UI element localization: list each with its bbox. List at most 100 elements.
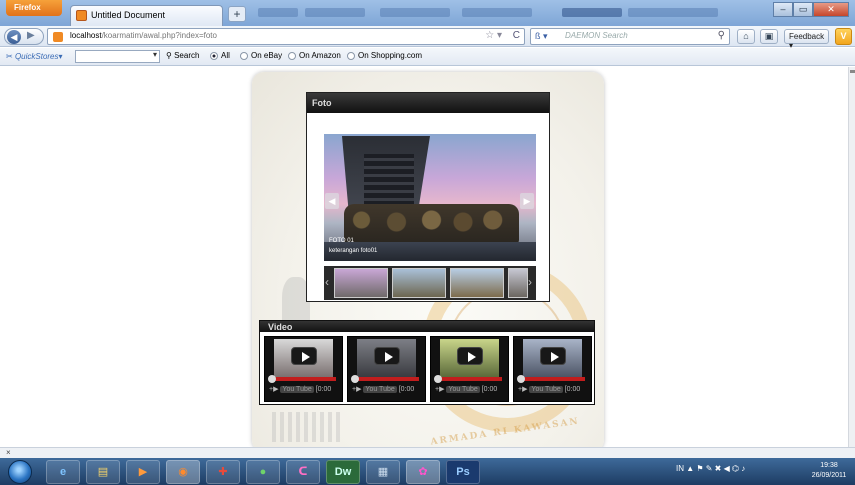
notepad-icon[interactable]: ▦ (366, 460, 400, 484)
firefox-icon[interactable]: ◉ (166, 460, 200, 484)
firefox-menu-button[interactable]: Firefox (6, 0, 62, 16)
content-panel: Foto FOTO 01 keterangan foto01 ◀ ▶ ‹ › V… (252, 72, 604, 447)
pink-app-icon[interactable]: ᑕ (286, 460, 320, 484)
slide-caption-desc: keterangan foto01 (329, 248, 378, 254)
video-player[interactable]: +▶ You Tube [0:00 (347, 336, 426, 402)
thumb-prev-icon[interactable]: ‹ (325, 275, 329, 289)
quickstores-input[interactable]: ▾ (75, 50, 160, 63)
video-player[interactable]: +▶ You Tube [0:00 (430, 336, 509, 402)
search-engine-icon[interactable]: ß ▾ (535, 31, 559, 42)
radio-all[interactable]: All (210, 51, 230, 60)
blurred-taskbar-item (305, 8, 365, 17)
video-progress-knob[interactable] (517, 375, 525, 383)
search-icon[interactable]: ⚲ (718, 30, 725, 41)
foto-heading: Foto (307, 93, 549, 113)
video-controls: +▶ You Tube [0:00 (518, 386, 581, 393)
explorer-icon[interactable]: ▤ (86, 460, 120, 484)
blurred-taskbar-item (628, 8, 718, 17)
quickstores-search-button[interactable]: ⚲ Search (166, 51, 199, 60)
window-controls: – ▭ ✕ (773, 2, 849, 18)
url-path: /koarmatim/awal.php?index=foto (101, 31, 217, 40)
thumb-next-icon[interactable]: › (528, 275, 532, 289)
slide-caption-title: FOTO 01 (329, 238, 354, 244)
radio-ebay[interactable]: On eBay (240, 51, 282, 60)
video-progress-knob[interactable] (351, 375, 359, 383)
language-indicator[interactable]: IN (676, 464, 684, 473)
thumbnail[interactable] (392, 268, 446, 298)
clock-time: 19:38 (820, 462, 838, 469)
play-icon[interactable] (456, 347, 483, 365)
clock-date: 26/09/2011 (811, 472, 847, 479)
addon-icon[interactable]: ▣ (760, 29, 778, 44)
close-icon[interactable]: ✕ (813, 2, 849, 17)
blurred-taskbar-item (462, 8, 532, 17)
dreamweaver-icon[interactable]: Dw (326, 460, 360, 484)
video-progress[interactable] (271, 377, 336, 381)
troops-photo (344, 204, 519, 244)
minimize-icon[interactable]: – (773, 2, 793, 17)
find-bar: × (0, 447, 855, 458)
ie-icon[interactable]: e (46, 460, 80, 484)
back-arrow-icon[interactable]: ◀ (7, 30, 21, 44)
video-player[interactable]: +▶ You Tube [0:00 (513, 336, 592, 402)
scroll-thumb[interactable] (850, 70, 855, 73)
play-icon[interactable] (373, 347, 400, 365)
video-progress[interactable] (520, 377, 585, 381)
play-icon[interactable] (290, 347, 317, 365)
video-progress[interactable] (354, 377, 419, 381)
url-bar[interactable]: localhost/koarmatim/awal.php?index=foto … (47, 28, 525, 45)
back-forward-buttons: ◀ ▶ (4, 28, 44, 45)
paint-icon[interactable]: ✿ (406, 460, 440, 484)
start-button-icon[interactable] (8, 460, 32, 484)
app-icon[interactable]: ✚ (206, 460, 240, 484)
new-tab-button[interactable]: + (228, 6, 246, 22)
quickstores-label[interactable]: ✂ QuickStores▾ (6, 52, 63, 61)
foto-gallery: Foto FOTO 01 keterangan foto01 ◀ ▶ ‹ › (306, 92, 550, 302)
video-list: +▶ You Tube [0:00 +▶ You Tube [0:00 +▶ Y… (264, 336, 592, 402)
video-controls: +▶ You Tube [0:00 (269, 386, 332, 393)
video-progress[interactable] (437, 377, 502, 381)
close-findbar-icon[interactable]: × (6, 448, 11, 457)
tab-untitled-document[interactable]: Untitled Document (70, 5, 223, 26)
navigation-bar: ◀ ▶ localhost/koarmatim/awal.php?index=f… (0, 26, 855, 50)
blurred-taskbar-item (380, 8, 450, 17)
video-progress-knob[interactable] (268, 375, 276, 383)
video-controls: +▶ You Tube [0:00 (352, 386, 415, 393)
video-progress-knob[interactable] (434, 375, 442, 383)
home-icon[interactable]: ⌂ (737, 29, 755, 44)
title-bar: Firefox Untitled Document + – ▭ ✕ (0, 0, 855, 26)
media-player-icon[interactable]: ▶ (126, 460, 160, 484)
reload-icon[interactable]: C (513, 30, 520, 41)
tab-favicon-icon (76, 10, 87, 21)
video-gallery: Video +▶ You Tube [0:00 +▶ You Tube [0:0… (259, 320, 595, 405)
radio-shopping[interactable]: On Shopping.com (347, 51, 422, 60)
vertical-scrollbar[interactable] (848, 67, 855, 447)
video-controls: +▶ You Tube [0:00 (435, 386, 498, 393)
feedback-button[interactable]: Feedback ▾ (784, 29, 829, 50)
thumbnail[interactable] (450, 268, 504, 298)
vpn-icon[interactable]: V (835, 28, 852, 45)
prev-slide-icon[interactable]: ◀ (325, 193, 339, 209)
quickstores-toolbar: ✂ QuickStores▾ ▾ ⚲ Search All On eBay On… (0, 48, 855, 66)
video-player[interactable]: +▶ You Tube [0:00 (264, 336, 343, 402)
foto-slide[interactable]: FOTO 01 keterangan foto01 ◀ ▶ (324, 134, 536, 261)
next-slide-icon[interactable]: ▶ (520, 193, 534, 209)
maximize-icon[interactable]: ▭ (793, 2, 813, 17)
photoshop-icon[interactable]: Ps (446, 460, 480, 484)
bookmark-star-icon[interactable]: ☆ ▾ (485, 30, 502, 41)
feedback-label: Feedback (789, 32, 825, 41)
blurred-taskbar-item (258, 8, 298, 17)
forward-arrow-icon[interactable]: ▶ (27, 30, 35, 41)
tab-title: Untitled Document (91, 10, 166, 20)
dropdown-arrow-icon[interactable]: ▾ (153, 50, 157, 59)
thumbnail[interactable] (334, 268, 388, 298)
radio-amazon[interactable]: On Amazon (288, 51, 341, 60)
clock[interactable]: 19:38 26/09/2011 (806, 461, 852, 481)
play-icon[interactable] (539, 347, 566, 365)
system-tray[interactable]: IN ▲ ⚑ ✎ ✖ ◀ ⌬ ♪ (676, 464, 745, 473)
green-app-icon[interactable]: ● (246, 460, 280, 484)
search-bar[interactable]: ß ▾ DAEMON Search ⚲ (530, 28, 730, 45)
thumbnail[interactable] (508, 268, 528, 298)
thumbnail-strip: ‹ › (324, 266, 536, 300)
watermark-building (272, 412, 342, 442)
